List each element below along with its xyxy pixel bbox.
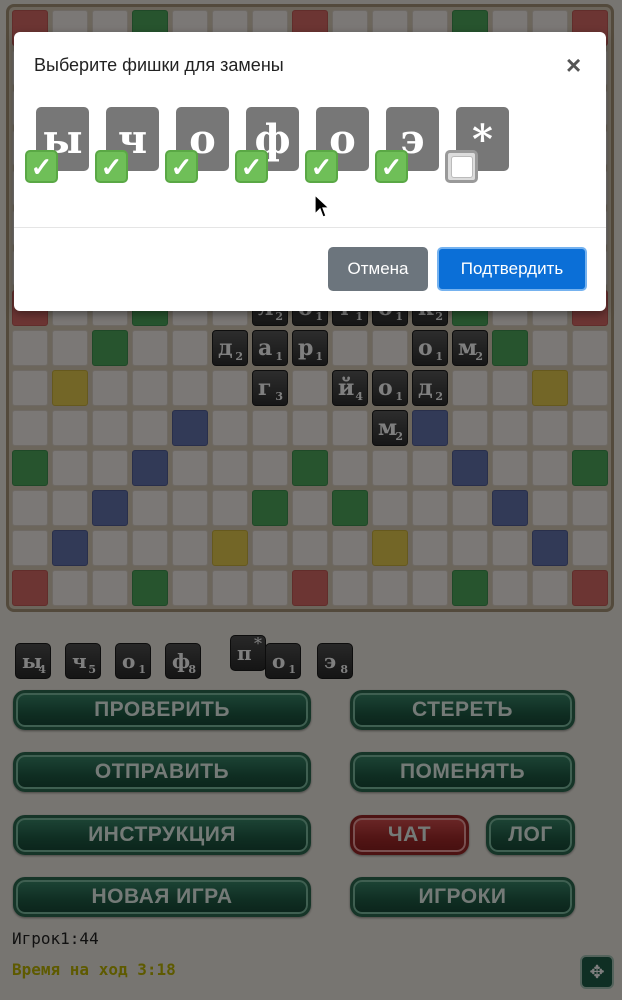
- confirm-button[interactable]: Подтвердить: [437, 247, 587, 291]
- checkmark-icon: ✓: [310, 151, 333, 182]
- swap-tile-checkbox[interactable]: ✓: [235, 150, 268, 183]
- swap-tiles-modal: Выберите фишки для замены × ы ✓ ч ✓ о ✓ ф ✓ о ✓ э ✓…: [14, 32, 606, 311]
- mouse-cursor-icon: [314, 194, 330, 218]
- checkmark-icon: ✓: [240, 151, 263, 182]
- close-icon[interactable]: ×: [566, 52, 581, 78]
- swap-tile-checkbox[interactable]: ✓: [95, 150, 128, 183]
- modal-divider: [14, 227, 606, 228]
- checkmark-icon: ✓: [30, 151, 53, 182]
- cancel-button[interactable]: Отмена: [328, 247, 428, 291]
- modal-title: Выберите фишки для замены: [34, 55, 284, 75]
- swap-tile-checkbox[interactable]: ✓: [165, 150, 198, 183]
- swap-tile-checkbox[interactable]: ✓: [375, 150, 408, 183]
- checkmark-icon: ✓: [170, 151, 193, 182]
- checkmark-icon: ✓: [100, 151, 123, 182]
- empty-checkbox-icon: [450, 155, 473, 178]
- swap-tile-checkbox[interactable]: ✓: [305, 150, 338, 183]
- checkmark-icon: ✓: [380, 151, 403, 182]
- swap-tile-checkbox[interactable]: ✓: [25, 150, 58, 183]
- swap-tile-checkbox[interactable]: [445, 150, 478, 183]
